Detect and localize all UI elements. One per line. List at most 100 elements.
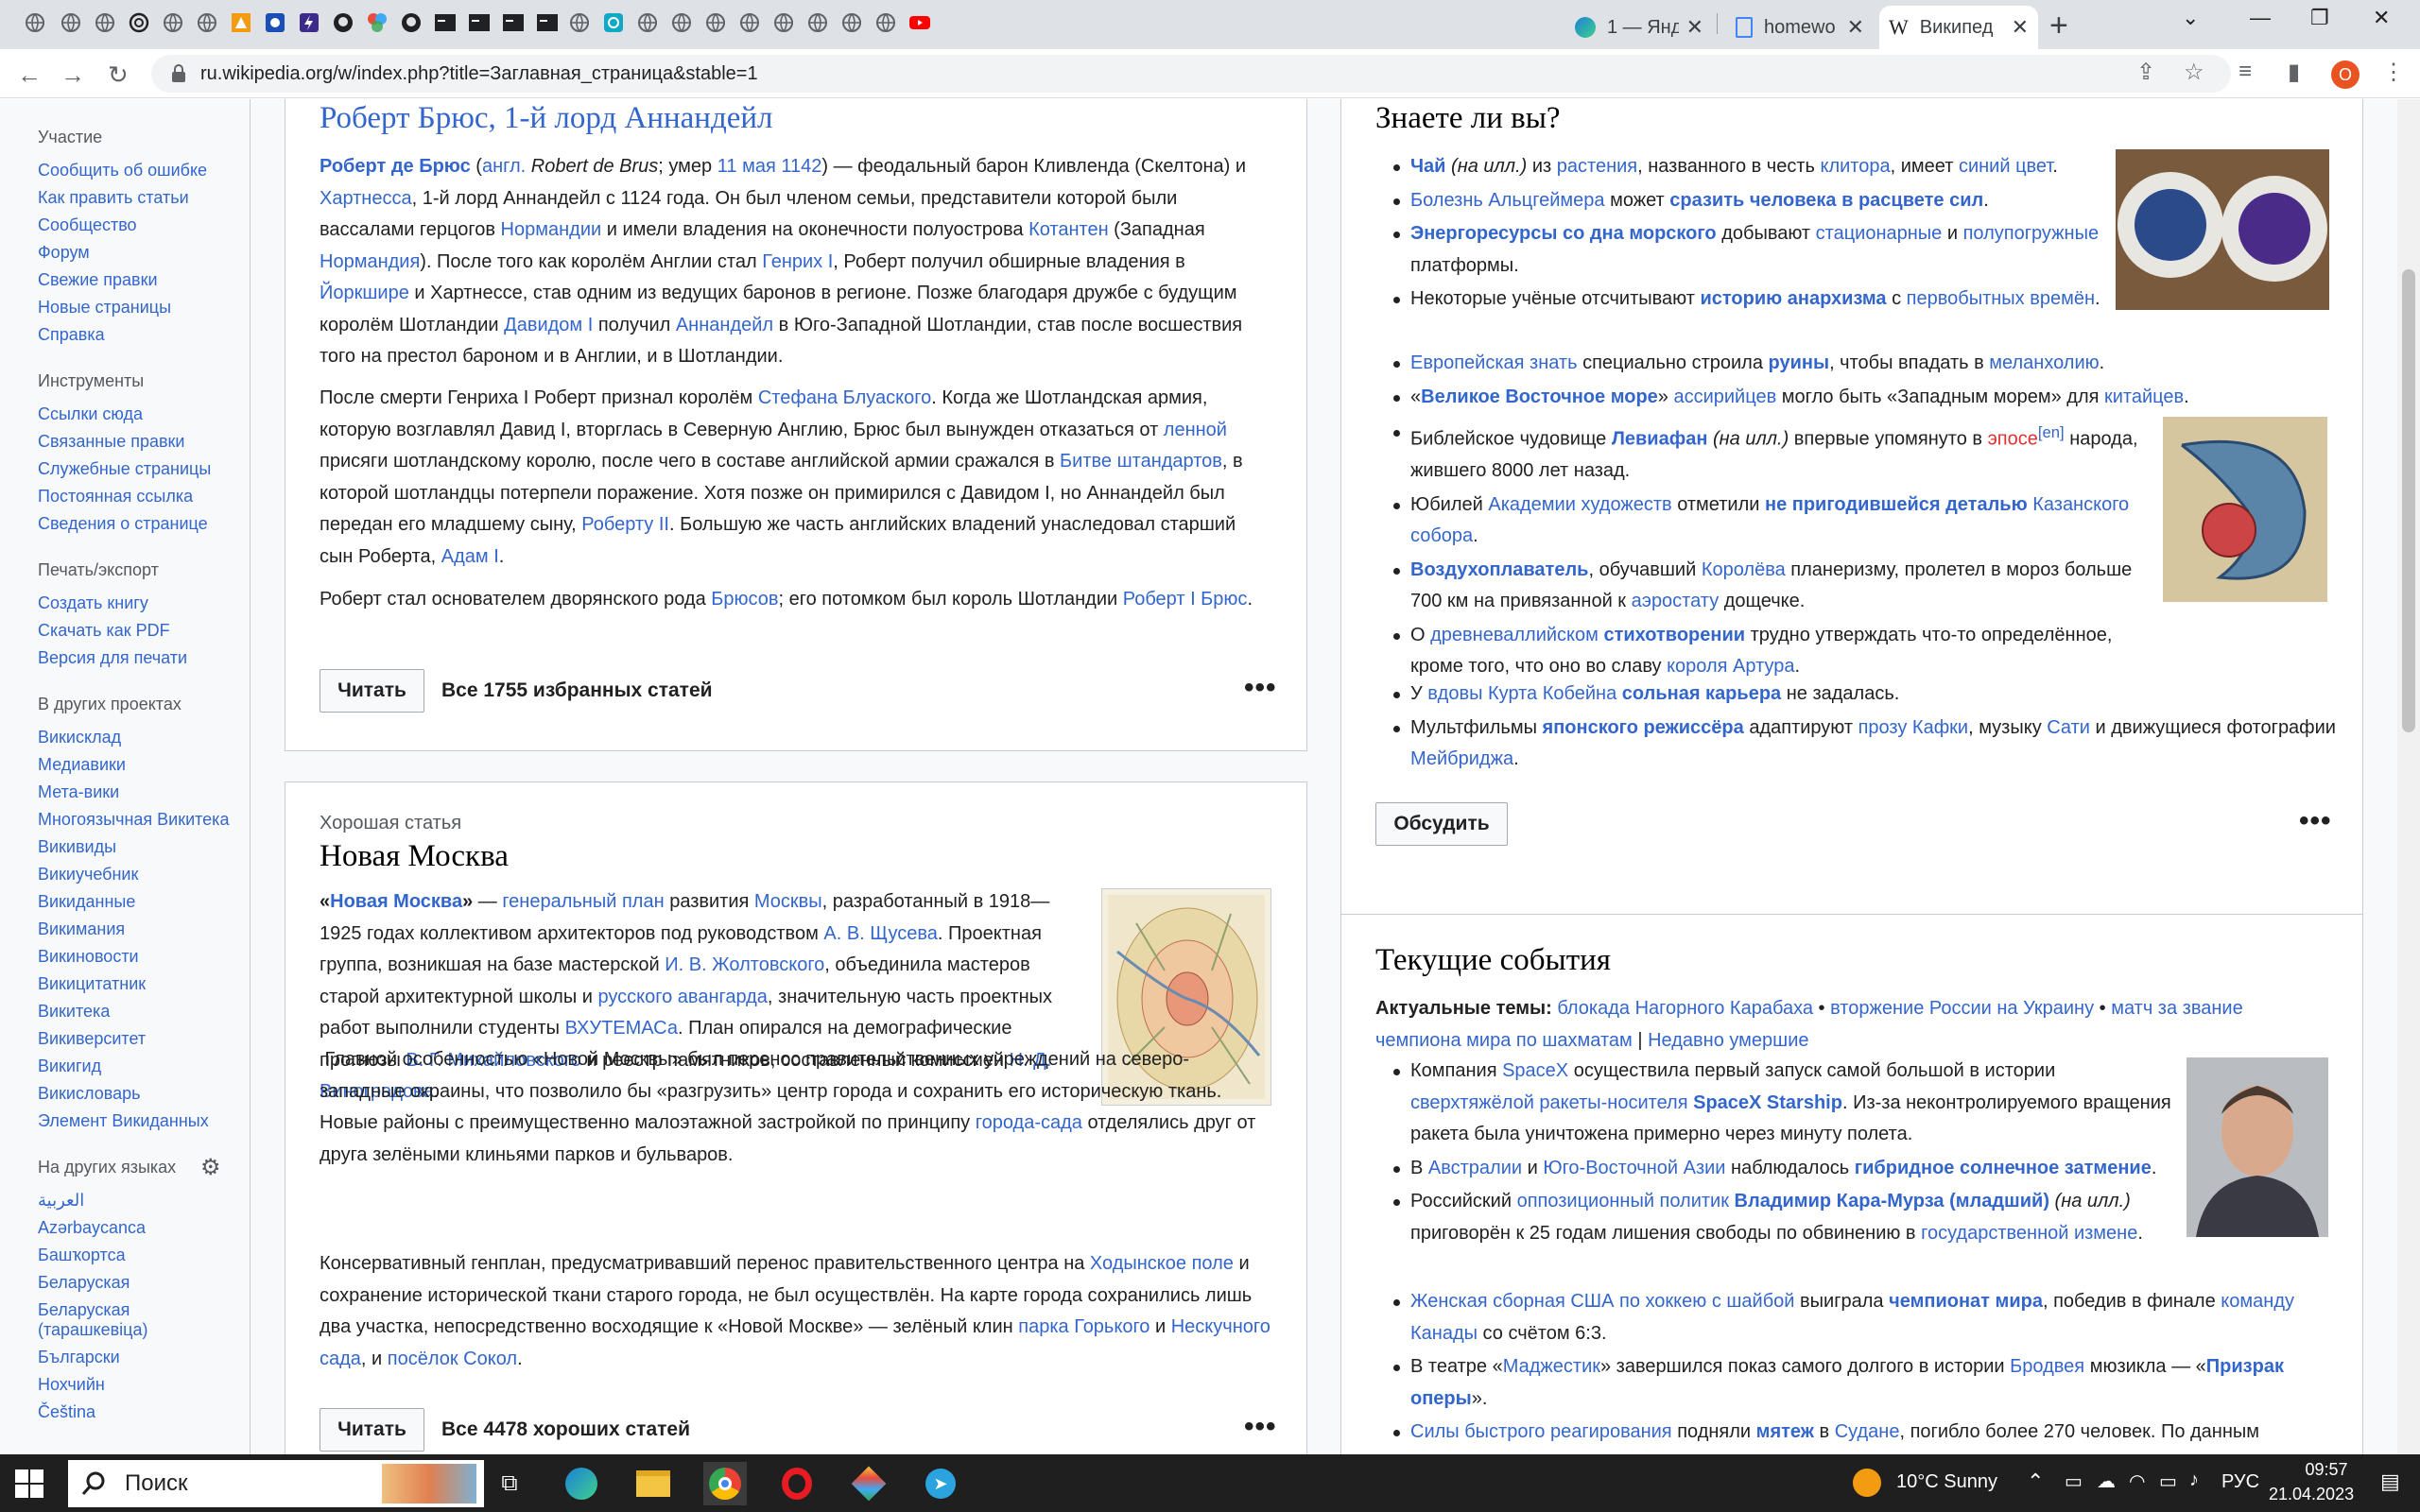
good-read-button[interactable]: Читать bbox=[320, 1408, 424, 1452]
windows-start-icon[interactable] bbox=[15, 1469, 43, 1503]
leviathan-image[interactable] bbox=[2163, 417, 2327, 602]
pinned-tab-github-icon[interactable] bbox=[399, 10, 424, 35]
sidebar-link[interactable]: العربية bbox=[38, 1191, 236, 1211]
pinned-tab-github-icon[interactable] bbox=[331, 10, 355, 35]
pinned-tab-term-icon[interactable] bbox=[535, 10, 560, 35]
dyk-more-icon[interactable]: ••• bbox=[2299, 805, 2332, 837]
share-icon[interactable]: ⇪ bbox=[2136, 59, 2155, 86]
sidebar-link[interactable]: Викитека bbox=[38, 1002, 236, 1022]
sidebar-link[interactable]: Многоязычная Викитека bbox=[38, 810, 236, 830]
bookmark-star-icon[interactable]: ☆ bbox=[2184, 59, 2204, 86]
sidebar-link[interactable]: Мета-вики bbox=[38, 782, 236, 802]
pinned-tab-globe-icon[interactable] bbox=[23, 10, 47, 35]
tab-wikipedia[interactable]: W Википед ✕ bbox=[1879, 6, 2038, 49]
sidebar-link[interactable]: Форум bbox=[38, 243, 236, 263]
pinned-tab-globe-icon[interactable] bbox=[59, 10, 83, 35]
tab-yandex[interactable]: 1 — Янд ✕ bbox=[1565, 6, 1713, 49]
pinned-tab-globe-icon[interactable] bbox=[93, 10, 117, 35]
good-all-link[interactable]: Все 4478 хороших статей bbox=[441, 1418, 690, 1441]
close-window-button[interactable]: ✕ bbox=[2373, 6, 2390, 30]
volume-icon[interactable]: ♪ bbox=[2189, 1469, 2199, 1491]
sidebar-link[interactable]: Элемент Викиданных bbox=[38, 1111, 236, 1131]
menu-kebab-icon[interactable]: ⋮ bbox=[2382, 59, 2405, 86]
pinned-tab-term-icon[interactable] bbox=[433, 10, 458, 35]
forward-button[interactable]: → bbox=[60, 60, 85, 90]
sidebar-link[interactable]: Български bbox=[38, 1348, 236, 1367]
sidebar-link[interactable]: Викисклад bbox=[38, 728, 236, 747]
git-app-icon[interactable] bbox=[847, 1462, 890, 1505]
featured-more-icon[interactable]: ••• bbox=[1244, 672, 1277, 704]
dyk-discuss-button[interactable]: Обсудить bbox=[1375, 802, 1508, 846]
pinned-tab-globe-icon[interactable] bbox=[771, 10, 796, 35]
pinned-tab-globe-icon[interactable] bbox=[703, 10, 728, 35]
battery-icon[interactable]: ▭ bbox=[2159, 1469, 2177, 1493]
edge-taskbar-icon[interactable] bbox=[560, 1462, 603, 1505]
notifications-icon[interactable]: ▤ bbox=[2380, 1469, 2400, 1494]
close-tab-icon[interactable]: ✕ bbox=[1686, 15, 1703, 40]
sidebar-link[interactable]: Нохчийн bbox=[38, 1375, 236, 1395]
pinned-tab-globe-icon[interactable] bbox=[839, 10, 864, 35]
blue-tea-image[interactable] bbox=[2116, 149, 2329, 310]
pinned-tab-bolt-icon[interactable] bbox=[297, 10, 321, 35]
side-panel-icon[interactable]: ▮ bbox=[2288, 59, 2300, 86]
tray-chevron-icon[interactable]: ⌃ bbox=[2027, 1469, 2044, 1494]
back-button[interactable]: ← bbox=[17, 60, 42, 90]
tray-onedrive-icon[interactable]: ☁ bbox=[2097, 1469, 2116, 1493]
tab-homework[interactable]: homewo ✕ bbox=[1726, 6, 1874, 49]
pinned-tab-openai-icon[interactable] bbox=[127, 10, 151, 35]
pinned-tab-globe-icon[interactable] bbox=[737, 10, 762, 35]
clock-time[interactable]: 09:57 bbox=[2284, 1460, 2369, 1480]
sidebar-link[interactable]: Сообщить об ошибке bbox=[38, 161, 236, 180]
sidebar-link[interactable]: Сведения о странице bbox=[38, 514, 236, 534]
tab-search-icon[interactable]: ⌄ bbox=[2182, 6, 2199, 30]
sidebar-link[interactable]: Čeština bbox=[38, 1402, 236, 1422]
pinned-tab-globe-icon[interactable] bbox=[195, 10, 219, 35]
restore-button[interactable]: ❐ bbox=[2310, 6, 2329, 30]
sidebar-link[interactable]: Azərbaycanca bbox=[38, 1218, 236, 1238]
sidebar-link[interactable]: Скачать как PDF bbox=[38, 621, 236, 641]
pinned-tab-term-icon[interactable] bbox=[467, 10, 492, 35]
minimize-button[interactable]: — bbox=[2250, 6, 2271, 30]
chrome-taskbar-icon[interactable] bbox=[703, 1462, 747, 1505]
pinned-tab-youtube-icon[interactable] bbox=[908, 10, 932, 35]
good-more-icon[interactable]: ••• bbox=[1244, 1411, 1277, 1443]
sidebar-link[interactable]: Связанные правки bbox=[38, 432, 236, 452]
pinned-tab-blue-icon[interactable] bbox=[263, 10, 287, 35]
sidebar-link[interactable]: Викигид bbox=[38, 1057, 236, 1076]
pinned-tab-globe-icon[interactable] bbox=[873, 10, 898, 35]
sidebar-link[interactable]: Викисловарь bbox=[38, 1084, 236, 1104]
taskbar-search-box[interactable]: Поиск bbox=[68, 1460, 484, 1507]
language-indicator[interactable]: РУС bbox=[2221, 1471, 2259, 1493]
omnibox[interactable]: ru.wikipedia.org/w/index.php?title=Загла… bbox=[151, 55, 2231, 93]
weather-text[interactable]: 10°C Sunny bbox=[1896, 1471, 1997, 1493]
sidebar-link[interactable]: Новые страницы bbox=[38, 298, 236, 318]
sidebar-link[interactable]: Викиверситет bbox=[38, 1029, 236, 1049]
sidebar-link[interactable]: Викимания bbox=[38, 919, 236, 939]
sidebar-link[interactable]: Башҡортса bbox=[38, 1246, 236, 1265]
kara-murza-photo[interactable] bbox=[2187, 1057, 2328, 1237]
sidebar-link[interactable]: Создать книгу bbox=[38, 593, 236, 613]
sidebar-link[interactable]: Служебные страницы bbox=[38, 459, 236, 479]
pinned-tab-globe-icon[interactable] bbox=[669, 10, 694, 35]
opera-icon[interactable] bbox=[775, 1462, 819, 1505]
sidebar-link[interactable]: Постоянная ссылка bbox=[38, 487, 236, 507]
sidebar-link[interactable]: Викиновости bbox=[38, 947, 236, 967]
tray-display-icon[interactable]: ▭ bbox=[2065, 1469, 2083, 1493]
sidebar-link[interactable]: Медиавики bbox=[38, 755, 236, 775]
pinned-tab-globe-icon[interactable] bbox=[161, 10, 185, 35]
pinned-tab-globe-icon[interactable] bbox=[567, 10, 592, 35]
clock-date[interactable]: 21.04.2023 bbox=[2269, 1485, 2354, 1504]
pinned-tab-grid-icon[interactable] bbox=[229, 10, 253, 35]
reading-list-icon[interactable]: ≡ bbox=[2238, 59, 2252, 85]
scrollbar-thumb[interactable] bbox=[2402, 269, 2415, 732]
sidebar-link[interactable]: Как править статьи bbox=[38, 188, 236, 208]
task-view-icon[interactable]: ⧉ bbox=[488, 1462, 531, 1505]
reload-button[interactable]: ↻ bbox=[108, 60, 129, 90]
language-settings-gear-icon[interactable]: ⚙ bbox=[200, 1154, 221, 1181]
sidebar-link[interactable]: Беларуская bbox=[38, 1273, 236, 1293]
pinned-tab-term-icon[interactable] bbox=[501, 10, 526, 35]
sidebar-link[interactable]: Викивиды bbox=[38, 837, 236, 857]
pinned-tab-globe-icon[interactable] bbox=[805, 10, 830, 35]
sidebar-link[interactable]: Свежие правки bbox=[38, 270, 236, 290]
file-explorer-icon[interactable] bbox=[631, 1462, 675, 1505]
